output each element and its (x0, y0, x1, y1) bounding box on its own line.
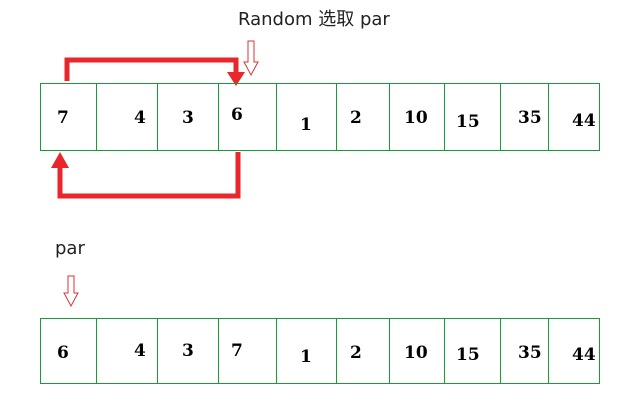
array-cell-value: 3 (182, 341, 194, 361)
array-cell-value: 10 (404, 343, 428, 363)
arrow-path-top (64, 57, 239, 81)
array-cell (96, 83, 158, 151)
array-after: 6 4 3 7 1 2 10 15 35 44 (40, 318, 600, 384)
array-cell-value: 35 (518, 343, 542, 363)
array-cell-value: 44 (572, 345, 596, 365)
array-cell-value: 1 (300, 347, 312, 367)
array-cell-value: 44 (572, 111, 596, 131)
array-cell-value: 6 (57, 343, 69, 363)
random-pointer-icon (243, 40, 259, 77)
array-cell-value: 7 (57, 108, 69, 128)
array-cell-value: 15 (456, 112, 480, 132)
array-cell (96, 318, 158, 384)
arrow-path-bottom (57, 152, 241, 199)
array-cell-value: 4 (134, 341, 146, 361)
array-cell-value: 4 (134, 108, 146, 128)
array-cell (336, 83, 390, 151)
swap-arrows (51, 57, 245, 199)
array-before: 7 4 3 6 1 2 10 15 35 44 (40, 83, 600, 151)
array-cell-value: 3 (182, 108, 194, 128)
array-cell-value: 15 (456, 345, 480, 365)
swap-diagram: Random 选取 par par 7 4 3 6 1 2 10 15 35 44 6437121… (0, 0, 634, 401)
arrow-head-up (51, 152, 69, 168)
array-cell-value: 35 (518, 108, 542, 128)
array-cell-value: 10 (404, 108, 428, 128)
diagram-canvas: 7 4 3 6 1 2 10 15 35 44 6 4 3 7 1 2 10 15 35 44 (40, 40, 600, 384)
array-cell-value: 1 (300, 115, 312, 135)
array-cell (218, 83, 277, 151)
array-cell-value: 7 (231, 341, 243, 361)
array-cell-value: 2 (350, 108, 362, 128)
array-cell-value: 2 (350, 343, 362, 363)
array-cell (218, 318, 277, 384)
array-cell-value: 6 (231, 105, 243, 125)
pivot-pointer-icon (63, 275, 79, 308)
array-cell (336, 318, 390, 384)
